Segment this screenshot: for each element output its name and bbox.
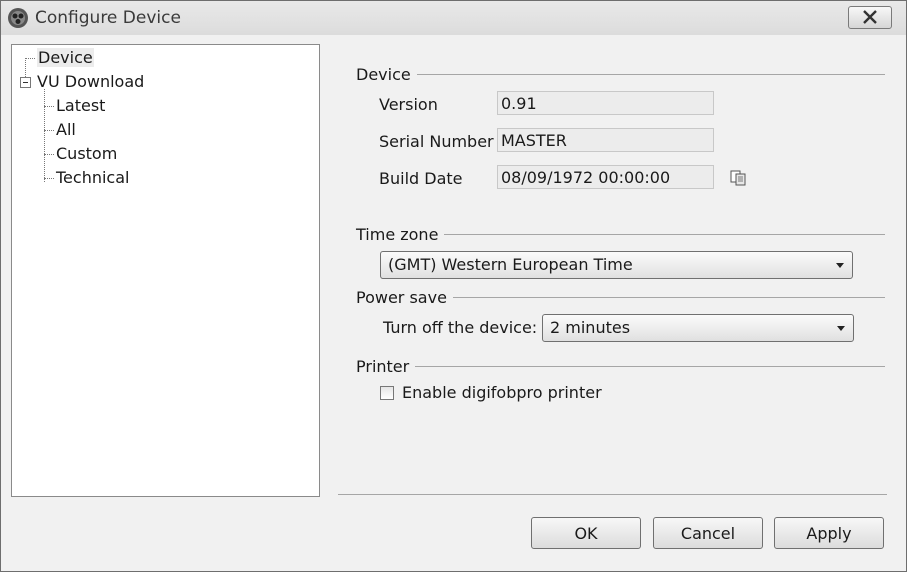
tree-item-custom[interactable]: Custom bbox=[56, 144, 117, 163]
timezone-select[interactable]: (GMT) Western European Time bbox=[380, 251, 853, 279]
serial-number-label: Serial Number bbox=[379, 132, 494, 151]
printer-group-title: Printer bbox=[356, 357, 416, 376]
turn-off-select[interactable]: 2 minutes bbox=[542, 314, 854, 342]
close-icon bbox=[863, 10, 877, 24]
cancel-button[interactable]: Cancel bbox=[653, 517, 763, 549]
configure-device-dialog: Configure Device Device VU Download Late… bbox=[0, 0, 907, 572]
title-bar: Configure Device bbox=[1, 1, 906, 35]
tree-item-latest[interactable]: Latest bbox=[56, 96, 105, 115]
enable-printer-checkbox[interactable] bbox=[380, 386, 394, 400]
turn-off-label: Turn off the device: bbox=[383, 318, 538, 337]
navigation-tree[interactable]: Device VU Download Latest All Custom Tec… bbox=[11, 44, 320, 497]
power-save-group-title: Power save bbox=[356, 288, 453, 307]
version-field: 0.91 bbox=[497, 91, 714, 115]
tree-item-all[interactable]: All bbox=[56, 120, 76, 139]
tree-item-technical[interactable]: Technical bbox=[56, 168, 129, 187]
turn-off-selected-value: 2 minutes bbox=[550, 318, 631, 337]
apply-button[interactable]: Apply bbox=[774, 517, 884, 549]
tree-item-vu-download[interactable]: VU Download bbox=[37, 72, 144, 91]
version-label: Version bbox=[379, 95, 438, 114]
ok-button[interactable]: OK bbox=[531, 517, 641, 549]
separator bbox=[338, 494, 887, 495]
collapse-icon[interactable] bbox=[20, 77, 31, 88]
enable-printer-label[interactable]: Enable digifobpro printer bbox=[402, 383, 602, 402]
close-button[interactable] bbox=[848, 6, 892, 29]
copy-icon[interactable] bbox=[730, 170, 748, 186]
serial-number-field: MASTER bbox=[497, 128, 714, 152]
build-date-field: 08/09/1972 00:00:00 bbox=[497, 165, 714, 189]
tree-item-device[interactable]: Device bbox=[37, 48, 94, 67]
build-date-label: Build Date bbox=[379, 169, 463, 188]
app-icon bbox=[8, 8, 28, 28]
timezone-selected-value: (GMT) Western European Time bbox=[388, 255, 633, 274]
device-group-title: Device bbox=[356, 65, 417, 84]
chevron-down-icon bbox=[837, 326, 845, 331]
window-title: Configure Device bbox=[35, 8, 181, 28]
chevron-down-icon bbox=[836, 263, 844, 268]
timezone-group-title: Time zone bbox=[356, 225, 445, 244]
